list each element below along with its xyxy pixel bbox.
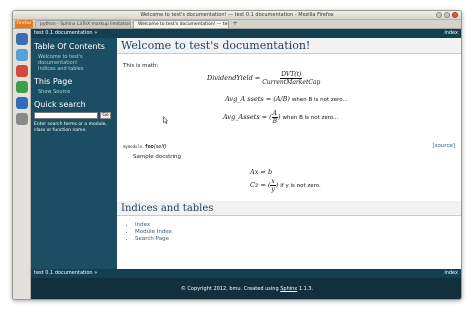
page-title: Welcome to test's documentation!	[117, 38, 461, 54]
docs-home-link[interactable]: test 0.1 documentation »	[34, 30, 97, 36]
module-index-link[interactable]: Module Index	[135, 229, 172, 235]
related-nav-bottom: test 0.1 documentation » index	[31, 269, 461, 278]
function-docstring: Sample docstring	[133, 154, 182, 160]
page-viewport: test 0.1 documentation » index Table Of …	[31, 29, 461, 299]
eq2-lhs: Avg_A ssets =	[225, 95, 272, 103]
tab-stackoverflow[interactable]: python - Sphinx LaTeX markup limitations…	[35, 20, 131, 28]
main-content: Welcome to test's documentation! This is…	[117, 38, 461, 269]
puzzle-icon[interactable]	[16, 81, 28, 93]
related-nav-top: test 0.1 documentation » index	[31, 29, 461, 38]
firefox-menu-button[interactable]: Firefox	[15, 20, 33, 28]
sphinx-link[interactable]: Sphinx	[280, 286, 297, 292]
search-page-link[interactable]: Search Page	[135, 236, 169, 242]
eq2-tail: when B is not zero...	[291, 97, 348, 103]
eq4-denominator: y	[271, 186, 275, 193]
browser-icon[interactable]	[16, 49, 28, 61]
globe-icon[interactable]	[16, 97, 28, 109]
search-hint: Enter search terms or a module, class or…	[34, 122, 107, 133]
function-module: mymodule.	[123, 144, 145, 149]
index-link-top[interactable]: index	[444, 29, 458, 38]
show-source-link[interactable]: Show Source	[34, 89, 114, 95]
intro-text: This is math:	[123, 63, 159, 69]
mouse-cursor-icon	[163, 116, 168, 124]
eq3-lhs: Avg_Assets =	[223, 113, 268, 121]
eq4-tail: if y is not zero.	[280, 183, 321, 189]
list-item: Module Index	[135, 229, 172, 236]
function-signature: mymodule.foo(self)	[123, 144, 166, 150]
eq4-line1: Ax = b	[250, 168, 273, 176]
toc-list: Welcome to test's documentation! Indices…	[34, 54, 114, 72]
indices-list: Index Module Index Search Page	[135, 222, 172, 243]
tab-documentation[interactable]: Welcome to test's documentation! — test.…	[133, 20, 229, 28]
footer-copyright: © Copyright 2012, bmu. Created using	[180, 286, 279, 292]
folder-icon[interactable]	[16, 113, 28, 125]
list-item: Index	[135, 222, 172, 229]
eq3-denominator: B	[272, 118, 278, 125]
equation-avg-assets-2: Avg_Assets = ( A B ) when B is not zero.…	[223, 110, 339, 125]
quick-search-heading: Quick search	[34, 100, 86, 109]
eq1-lhs: DividendYield =	[207, 74, 261, 82]
toc-heading: Table Of Contents	[34, 42, 105, 51]
eq2-paren: (A/B)	[273, 95, 290, 103]
eq1-numerator: DVT(t)	[280, 71, 303, 79]
maximize-button[interactable]	[444, 12, 450, 18]
toc-item-indices[interactable]: Indices and tables	[38, 66, 114, 72]
index-link[interactable]: Index	[135, 222, 150, 228]
list-item: Search Page	[135, 236, 172, 243]
search-input[interactable]	[34, 112, 98, 119]
search-row: Go	[34, 112, 114, 119]
desktop-screen: Welcome to test's documentation! — test …	[0, 0, 474, 313]
window-title: Welcome to test's documentation! — test …	[140, 12, 334, 18]
eq1-fraction: DVT(t) CurrentMarketCap	[262, 71, 320, 86]
eq1-denominator: CurrentMarketCap	[262, 79, 321, 86]
settings-icon[interactable]	[16, 33, 28, 45]
minimize-button[interactable]	[436, 12, 442, 18]
docs-home-link-bottom[interactable]: test 0.1 documentation »	[34, 270, 97, 276]
function-name: foo	[144, 144, 154, 150]
footer-version: 1.1.3.	[298, 286, 314, 292]
browser-window: Welcome to test's documentation! — test …	[12, 10, 462, 300]
tab-bar: Firefox python - Sphinx LaTeX markup lim…	[13, 20, 461, 29]
equation-avg-assets-1: Avg_A ssets = (A/B) when B is not zero..…	[225, 95, 348, 103]
section-heading-indices: Indices and tables	[117, 201, 461, 216]
app-launcher	[13, 29, 31, 299]
source-link[interactable]: [source]	[432, 143, 455, 149]
sidebar: Table Of Contents Welcome to test's docu…	[31, 38, 117, 269]
equation-cz: Cz = ( x y ) if y is not zero.	[250, 178, 321, 193]
window-controls	[436, 12, 458, 18]
mail-icon[interactable]	[16, 65, 28, 77]
new-tab-button[interactable]: +	[231, 20, 239, 28]
equation-ax-b: Ax = b	[250, 168, 272, 176]
equation-dividend-yield: DividendYield = DVT(t) CurrentMarketCap	[207, 71, 320, 86]
window-titlebar[interactable]: Welcome to test's documentation! — test …	[13, 11, 461, 20]
this-page-heading: This Page	[34, 77, 73, 86]
eq4-lhs: Cz =	[250, 181, 266, 189]
page-footer: © Copyright 2012, bmu. Created using Sph…	[31, 278, 461, 299]
eq3-tail: when B is not zero...	[282, 115, 339, 121]
go-button[interactable]: Go	[100, 112, 111, 119]
index-link-bottom[interactable]: index	[444, 269, 458, 278]
close-window-button[interactable]	[452, 12, 458, 18]
function-args: (self)	[153, 144, 167, 150]
